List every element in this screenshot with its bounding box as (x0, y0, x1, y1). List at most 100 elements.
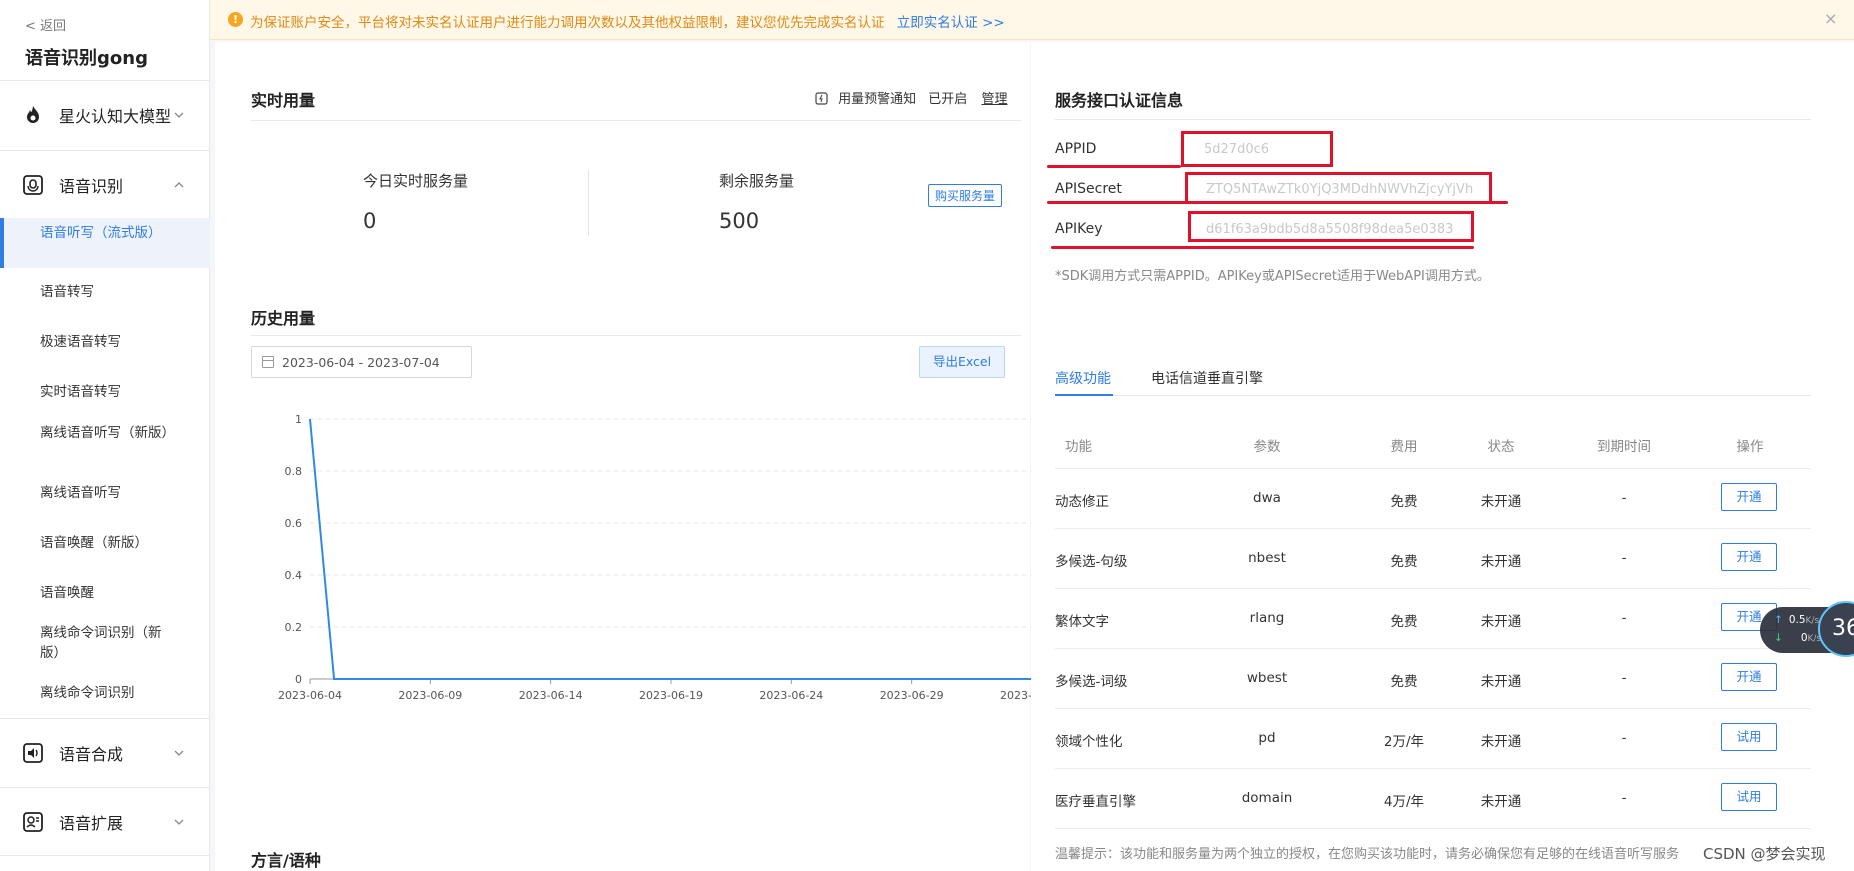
sidebar-group-tts[interactable]: 语音合成 (0, 718, 210, 786)
speed-unit: K/s (1805, 616, 1820, 626)
divider (1055, 708, 1811, 709)
appid-label: APPID (1055, 141, 1097, 157)
redaction-box (1181, 131, 1333, 167)
sidebar-item-streaming-dictation[interactable]: 语音听写（流式版） (0, 218, 210, 268)
col-header-status: 状态 (1487, 439, 1515, 455)
sidebar-item-fast-transcription[interactable]: 极速语音转写 (0, 332, 210, 352)
feature-name: 动态修正 (1055, 494, 1109, 510)
col-header-param: 参数 (1253, 439, 1281, 455)
feature-status: 未开通 (1480, 734, 1522, 750)
close-icon[interactable]: × (1824, 9, 1837, 28)
feature-name: 多候选-句级 (1055, 554, 1128, 570)
export-excel-button[interactable]: 导出Excel (919, 346, 1005, 378)
divider (1055, 648, 1811, 649)
feature-param: pd (1258, 730, 1276, 746)
sidebar-item-offline-command[interactable]: 离线命令词识别 (0, 683, 210, 703)
redaction-underline (1047, 165, 1181, 168)
upload-speed-value: 0.5 (1788, 614, 1806, 626)
sidebar-item-offline-dictation-new[interactable]: 离线语音听写（新版） (0, 423, 210, 443)
sidebar-group-label: 语音合成 (59, 744, 124, 764)
col-header-expire: 到期时间 (1597, 439, 1651, 455)
col-header-action: 操作 (1736, 439, 1764, 455)
series-line (309, 418, 1032, 680)
divider (588, 170, 589, 236)
alert-bell-icon (815, 92, 828, 105)
back-link[interactable]: < 返回 (25, 15, 66, 34)
verify-identity-link[interactable]: 立即实名认证 >> (897, 15, 1005, 31)
divider (1055, 528, 1811, 529)
usage-alert-area: 用量预警通知 已开启 管理 (815, 88, 1007, 107)
arrow-up-icon: ↑ (1774, 614, 1783, 626)
sidebar-group-asr[interactable]: 语音识别 (0, 150, 210, 218)
remaining-usage-label: 剩余服务量 (719, 172, 795, 190)
sidebar-item-transcription[interactable]: 语音转写 (0, 282, 210, 302)
auth-info-title: 服务接口认证信息 (1055, 91, 1184, 110)
usage-alert-state: 已开启 (928, 92, 968, 107)
sidebar-group-spark[interactable]: 星火认知大模型 (0, 80, 210, 148)
y-tick-label: 0.8 (285, 465, 303, 478)
voice-extend-icon (23, 812, 43, 832)
flame-icon (27, 106, 39, 123)
x-tick-label: 2023-06-24 (759, 689, 823, 702)
x-tick-label: 2023-06-04 (278, 689, 342, 702)
divider (251, 335, 1021, 336)
usage-alert-label[interactable]: 用量预警通知 (838, 92, 916, 107)
feature-tip: 温馨提示：该功能和服务量为两个独立的授权，在您购买该功能时，请务必确保您有足够的… (1055, 847, 1680, 862)
date-range-text: 2023-06-04 - 2023-07-04 (282, 354, 440, 370)
sidebar-item-offline-dictation[interactable]: 离线语音听写 (0, 483, 210, 503)
divider (1055, 395, 1811, 396)
sidebar-item-wakeup-new[interactable]: 语音唤醒（新版） (0, 533, 210, 553)
remaining-usage-value: 500 (719, 209, 760, 233)
feature-expire: - (1621, 550, 1627, 566)
feature-param: rlang (1249, 610, 1285, 626)
sidebar: < 返回 语音识别gong 星火认知大模型 语音识别 语音听写（流式版） 语音转… (0, 0, 210, 871)
enable-button[interactable]: 开通 (1721, 663, 1777, 691)
trial-button[interactable]: 试用 (1721, 783, 1777, 811)
sidebar-item-realtime-transcription[interactable]: 实时语音转写 (0, 382, 210, 402)
mic-device-icon (23, 175, 43, 195)
divider (1055, 588, 1811, 589)
feature-param: nbest (1248, 550, 1286, 566)
sidebar-item-wakeup[interactable]: 语音唤醒 (0, 583, 210, 603)
feature-status: 未开通 (1480, 794, 1522, 810)
download-speed-value: 0 (1800, 632, 1808, 644)
feature-fee: 免费 (1390, 554, 1418, 570)
banner-text: 为保证账户安全，平台将对未实名认证用户进行能力调用次数以及其他权益限制，建议您优… (250, 11, 1005, 31)
sidebar-item-offline-command-new[interactable]: 离线命令词识别（新版） (0, 623, 210, 663)
sidebar-group-label: 语音扩展 (59, 813, 124, 833)
x-tick-label: 2023-06-19 (639, 689, 703, 702)
divider (251, 120, 1021, 121)
feature-name: 医疗垂直引擎 (1055, 794, 1136, 810)
y-tick-label: 0.2 (285, 621, 303, 634)
enable-button[interactable]: 开通 (1721, 483, 1777, 511)
chevron-up-icon (174, 182, 184, 188)
feature-name: 繁体文字 (1055, 614, 1109, 630)
tab-advanced-features[interactable]: 高级功能 (1055, 368, 1111, 388)
feature-expire: - (1621, 670, 1627, 686)
redaction-underline (1051, 246, 1474, 249)
enable-button[interactable]: 开通 (1721, 543, 1777, 571)
tab-phone-channel-engine[interactable]: 电话信道垂直引擎 (1151, 368, 1263, 388)
trial-button[interactable]: 试用 (1721, 723, 1777, 751)
buy-quota-button[interactable]: 购买服务量 (928, 184, 1003, 207)
usage-panel: 实时用量 用量预警通知 已开启 管理 今日实时服务量 0 剩余服务量 500 购… (215, 42, 1035, 871)
sidebar-group-extend[interactable]: 语音扩展 (0, 787, 210, 855)
x-tick-label: 2023-07-04 (1000, 689, 1035, 702)
feature-param: wbest (1246, 670, 1288, 686)
feature-param: dwa (1253, 490, 1281, 506)
x-tick-label: 2023-06-14 (519, 689, 583, 702)
active-tab-indicator (1055, 394, 1113, 396)
feature-fee: 免费 (1390, 494, 1418, 510)
auth-panel: 服务接口认证信息 APPID 5d27d0c6 APISecret ZTQ5NT… (1031, 42, 1854, 871)
feature-param: domain (1241, 790, 1293, 806)
divider (1055, 468, 1811, 469)
y-tick-label: 0 (295, 673, 302, 686)
arrow-down-icon: ↓ (1774, 632, 1783, 644)
manage-link[interactable]: 管理 (981, 92, 1007, 107)
divider (1055, 768, 1811, 769)
y-tick-label: 0.4 (285, 569, 303, 582)
dialect-title: 方言/语种 (251, 851, 321, 870)
history-usage-title: 历史用量 (251, 309, 316, 328)
date-range-picker[interactable]: 2023-06-04 - 2023-07-04 (251, 346, 472, 378)
warning-icon: ! (228, 12, 243, 27)
